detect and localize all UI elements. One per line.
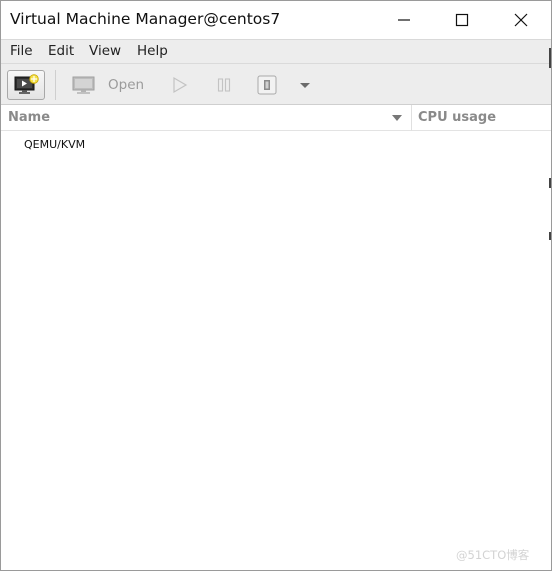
menu-edit[interactable]: Edit — [48, 43, 74, 59]
shutdown-button[interactable] — [256, 72, 278, 98]
open-label[interactable]: Open — [108, 77, 144, 93]
pause-icon — [217, 78, 231, 92]
connection-list: QEMU/KVM — [1, 132, 551, 570]
menu-help[interactable]: Help — [137, 43, 168, 59]
new-vm-button[interactable] — [7, 70, 45, 100]
minimize-icon — [398, 19, 410, 21]
watermark: @51CTO博客 — [456, 548, 530, 562]
app-window: Virtual Machine Manager@centos7 File Edi… — [0, 0, 552, 571]
monitor-icon — [72, 76, 95, 94]
title-bar: Virtual Machine Manager@centos7 — [1, 1, 551, 39]
open-vm-button[interactable] — [71, 72, 97, 98]
menu-view[interactable]: View — [89, 43, 121, 59]
run-button[interactable] — [171, 72, 189, 98]
pause-button[interactable] — [215, 72, 233, 98]
new-vm-icon — [14, 74, 39, 94]
toolbar-separator — [55, 70, 56, 100]
menu-file[interactable]: File — [10, 43, 33, 59]
minimize-button[interactable] — [381, 1, 427, 39]
column-cpu-header[interactable]: CPU usage — [418, 110, 496, 125]
sort-arrow-icon[interactable] — [392, 115, 402, 121]
window-title: Virtual Machine Manager@centos7 — [10, 10, 281, 28]
close-icon — [514, 13, 528, 27]
play-icon — [173, 76, 188, 94]
edge-shadow — [549, 48, 551, 68]
column-divider[interactable] — [411, 105, 412, 131]
connection-name: QEMU/KVM — [24, 138, 86, 151]
close-button[interactable] — [498, 1, 544, 39]
edge-shadow — [549, 178, 551, 188]
menu-bar: File Edit View Help — [1, 39, 551, 63]
edge-shadow — [549, 232, 551, 240]
shutdown-icon — [257, 75, 277, 95]
column-header: Name CPU usage — [1, 105, 551, 131]
chevron-down-icon — [300, 83, 310, 88]
column-name-header[interactable]: Name — [8, 110, 50, 125]
list-item[interactable]: QEMU/KVM — [1, 135, 551, 155]
shutdown-menu-button[interactable] — [298, 72, 312, 98]
toolbar: Open — [1, 63, 551, 105]
maximize-icon — [455, 13, 469, 27]
maximize-button[interactable] — [439, 1, 485, 39]
